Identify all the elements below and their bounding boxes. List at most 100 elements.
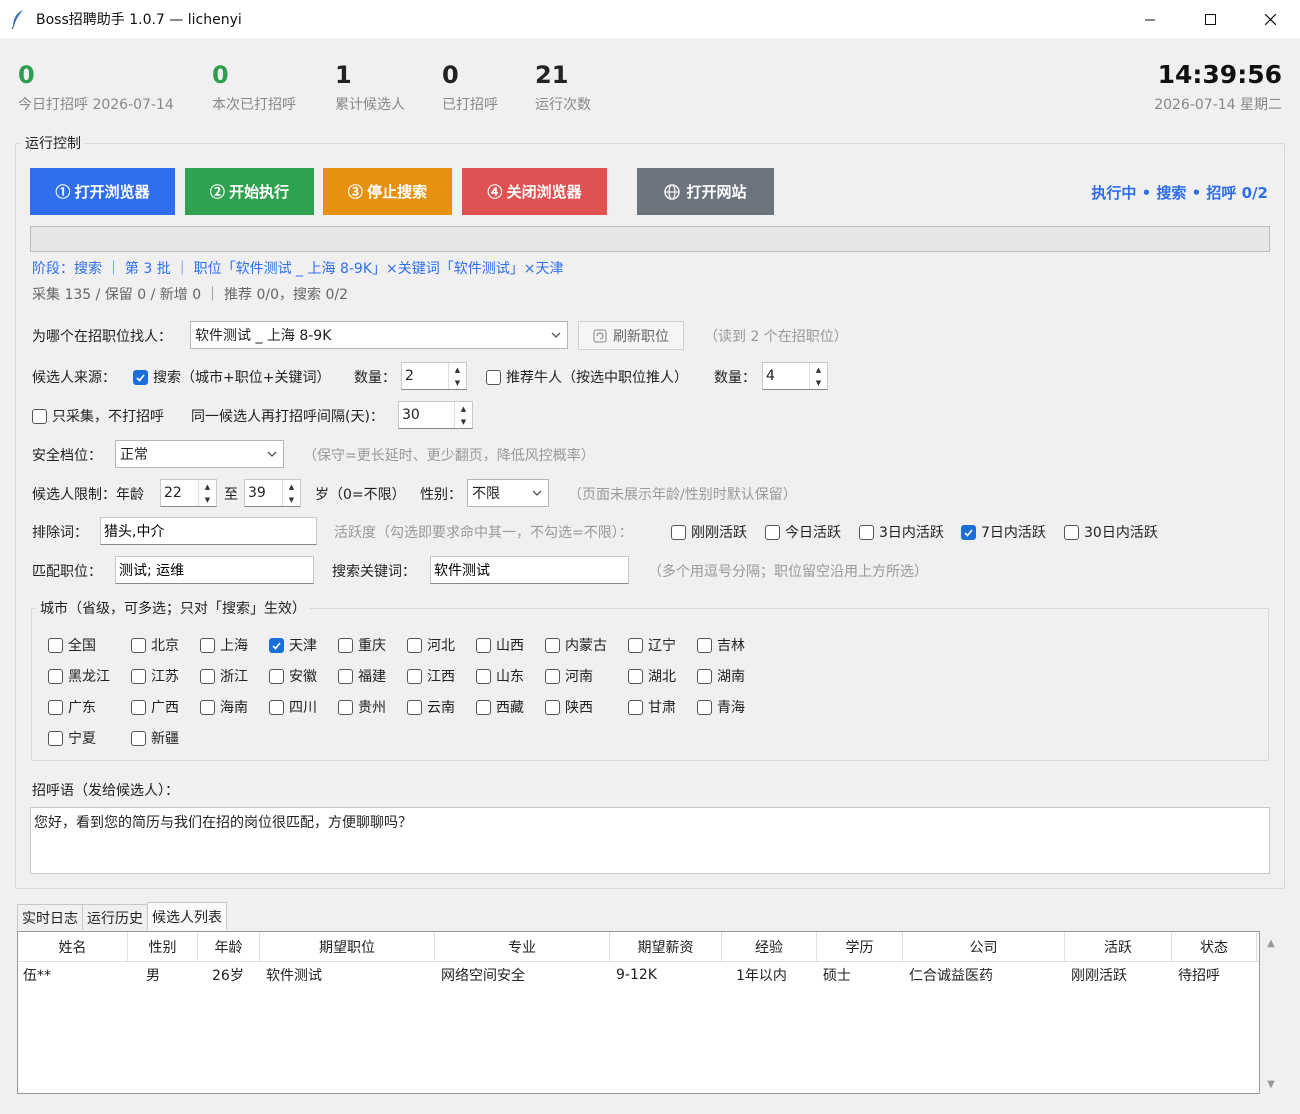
table-row[interactable]: 伍** 男 26岁 软件测试 网络空间安全 9-12K 1年以内 硕士 仁合诚益医药 刚刚活跃 待招…	[18, 962, 1259, 988]
spin-down-icon[interactable]: ▼	[199, 493, 216, 506]
city-label: 江苏	[151, 669, 179, 685]
city-label: 江西	[427, 669, 455, 685]
spin-up-icon[interactable]: ▲	[455, 402, 472, 415]
minimize-button[interactable]	[1120, 0, 1180, 38]
spin-up-icon[interactable]: ▲	[449, 363, 466, 376]
gender-select[interactable]: 不限	[467, 479, 549, 507]
city-checkbox-21[interactable]: 广西	[131, 697, 179, 717]
city-checkbox-7[interactable]: 内蒙古	[545, 635, 607, 655]
city-checkbox-23[interactable]: 四川	[269, 697, 317, 717]
table-scrollbar[interactable]: ▲ ▼	[1261, 931, 1281, 1094]
city-checkbox-6[interactable]: 山西	[476, 635, 524, 655]
maximize-button[interactable]	[1180, 0, 1240, 38]
city-checkbox-2[interactable]: 上海	[200, 635, 248, 655]
activity-option-3[interactable]: 7日内活跃	[961, 522, 1046, 542]
city-checkbox-18[interactable]: 湖北	[628, 666, 676, 686]
title-bar: Boss招聘助手 1.0.7 — lichenyi	[0, 0, 1300, 38]
city-checkbox-24[interactable]: 贵州	[338, 697, 386, 717]
spin-up-icon[interactable]: ▲	[810, 363, 827, 376]
close-button[interactable]	[1240, 0, 1300, 38]
source-search-checkbox[interactable]: 搜索（城市+职位+关键词）	[133, 367, 330, 387]
city-checkbox-26[interactable]: 西藏	[476, 697, 524, 717]
checkbox-box	[671, 524, 686, 540]
start-button[interactable]: ② 开始执行	[185, 168, 314, 215]
column-header[interactable]: 姓名	[18, 932, 128, 961]
search-qty-value: 2	[405, 368, 414, 384]
safety-hint: （保守=更长延时、更少翻页，降低风控概率）	[303, 448, 595, 464]
spin-down-icon[interactable]: ▼	[455, 415, 472, 428]
tab-realtime-log[interactable]: 实时日志	[17, 904, 83, 930]
city-checkbox-28[interactable]: 甘肃	[628, 697, 676, 717]
column-header[interactable]: 经验	[722, 932, 817, 961]
city-checkbox-1[interactable]: 北京	[131, 635, 179, 655]
checkbox-box	[200, 668, 215, 684]
tab-candidate-list[interactable]: 候选人列表	[147, 902, 227, 930]
open-browser-button[interactable]: ① 打开浏览器	[30, 168, 175, 215]
search-qty-spinbox[interactable]: 2 ▲ ▼	[401, 362, 467, 390]
open-site-button[interactable]: 打开网站	[637, 168, 774, 215]
age-min-spinbox[interactable]: 22 ▲ ▼	[160, 479, 217, 507]
column-header[interactable]: 性别	[128, 932, 198, 961]
age-max-spinbox[interactable]: 39 ▲ ▼	[244, 479, 301, 507]
spin-down-icon[interactable]: ▼	[449, 376, 466, 389]
city-checkbox-12[interactable]: 浙江	[200, 666, 248, 686]
city-checkbox-4[interactable]: 重庆	[338, 635, 386, 655]
spin-up-icon[interactable]: ▲	[199, 480, 216, 493]
city-checkbox-8[interactable]: 辽宁	[628, 635, 676, 655]
city-checkbox-27[interactable]: 陕西	[545, 697, 593, 717]
city-checkbox-19[interactable]: 湖南	[697, 666, 745, 686]
city-checkbox-16[interactable]: 山东	[476, 666, 524, 686]
match-input[interactable]	[115, 556, 314, 584]
stat-label: 今日打招呼 2026-07-14	[18, 97, 174, 113]
city-checkbox-14[interactable]: 福建	[338, 666, 386, 686]
city-checkbox-10[interactable]: 黑龙江	[48, 666, 110, 686]
city-checkbox-30[interactable]: 宁夏	[48, 728, 96, 748]
collect-only-checkbox[interactable]: 只采集，不打招呼	[32, 406, 164, 426]
activity-option-0[interactable]: 刚刚活跃	[671, 522, 747, 542]
exclude-input[interactable]	[100, 517, 317, 545]
city-checkbox-0[interactable]: 全国	[48, 635, 96, 655]
job-label: 为哪个在招职位找人：	[32, 329, 172, 345]
column-header[interactable]: 学历	[817, 932, 903, 961]
recommend-qty-spinbox[interactable]: 4 ▲ ▼	[762, 362, 828, 390]
city-checkbox-11[interactable]: 江苏	[131, 666, 179, 686]
city-checkbox-31[interactable]: 新疆	[131, 728, 179, 748]
spin-down-icon[interactable]: ▼	[810, 376, 827, 389]
column-header[interactable]: 活跃	[1065, 932, 1172, 961]
job-select[interactable]: 软件测试 _ 上海 8-9K	[190, 321, 568, 349]
city-checkbox-20[interactable]: 广东	[48, 697, 96, 717]
greeting-textarea[interactable]: 您好，看到您的简历与我们在招的岗位很匹配，方便聊聊吗？	[30, 807, 1270, 874]
city-checkbox-3[interactable]: 天津	[269, 635, 317, 655]
column-header[interactable]: 期望职位	[260, 932, 435, 961]
spin-down-icon[interactable]: ▼	[283, 493, 300, 506]
scroll-down-icon[interactable]: ▼	[1265, 1078, 1277, 1090]
column-header[interactable]: 年龄	[198, 932, 260, 961]
city-checkbox-9[interactable]: 吉林	[697, 635, 745, 655]
activity-option-1[interactable]: 今日活跃	[765, 522, 841, 542]
scroll-up-icon[interactable]: ▲	[1265, 937, 1277, 949]
city-checkbox-22[interactable]: 海南	[200, 697, 248, 717]
city-checkbox-5[interactable]: 河北	[407, 635, 455, 655]
tab-run-history[interactable]: 运行历史	[82, 904, 148, 930]
city-checkbox-17[interactable]: 河南	[545, 666, 593, 686]
city-checkbox-15[interactable]: 江西	[407, 666, 455, 686]
column-header[interactable]: 公司	[903, 932, 1065, 961]
activity-option-4[interactable]: 30日内活跃	[1064, 522, 1158, 542]
city-label: 宁夏	[68, 731, 96, 747]
interval-spinbox[interactable]: 30 ▲ ▼	[398, 401, 473, 429]
column-header[interactable]: 状态	[1172, 932, 1257, 961]
close-browser-button[interactable]: ④ 关闭浏览器	[462, 168, 607, 215]
column-header[interactable]: 期望薪资	[610, 932, 722, 961]
refresh-jobs-button[interactable]: 刷新职位	[578, 321, 684, 350]
keyword-input[interactable]	[430, 556, 629, 584]
source-recommend-checkbox[interactable]: 推荐牛人（按选中职位推人）	[486, 367, 688, 387]
city-checkbox-29[interactable]: 青海	[697, 697, 745, 717]
stop-search-button[interactable]: ③ 停止搜索	[323, 168, 452, 215]
spin-up-icon[interactable]: ▲	[283, 480, 300, 493]
city-checkbox-13[interactable]: 安徽	[269, 666, 317, 686]
column-header[interactable]: 专业	[435, 932, 610, 961]
activity-option-2[interactable]: 3日内活跃	[859, 522, 944, 542]
checkbox-box	[486, 369, 501, 385]
city-checkbox-25[interactable]: 云南	[407, 697, 455, 717]
safety-select[interactable]: 正常	[115, 440, 284, 468]
